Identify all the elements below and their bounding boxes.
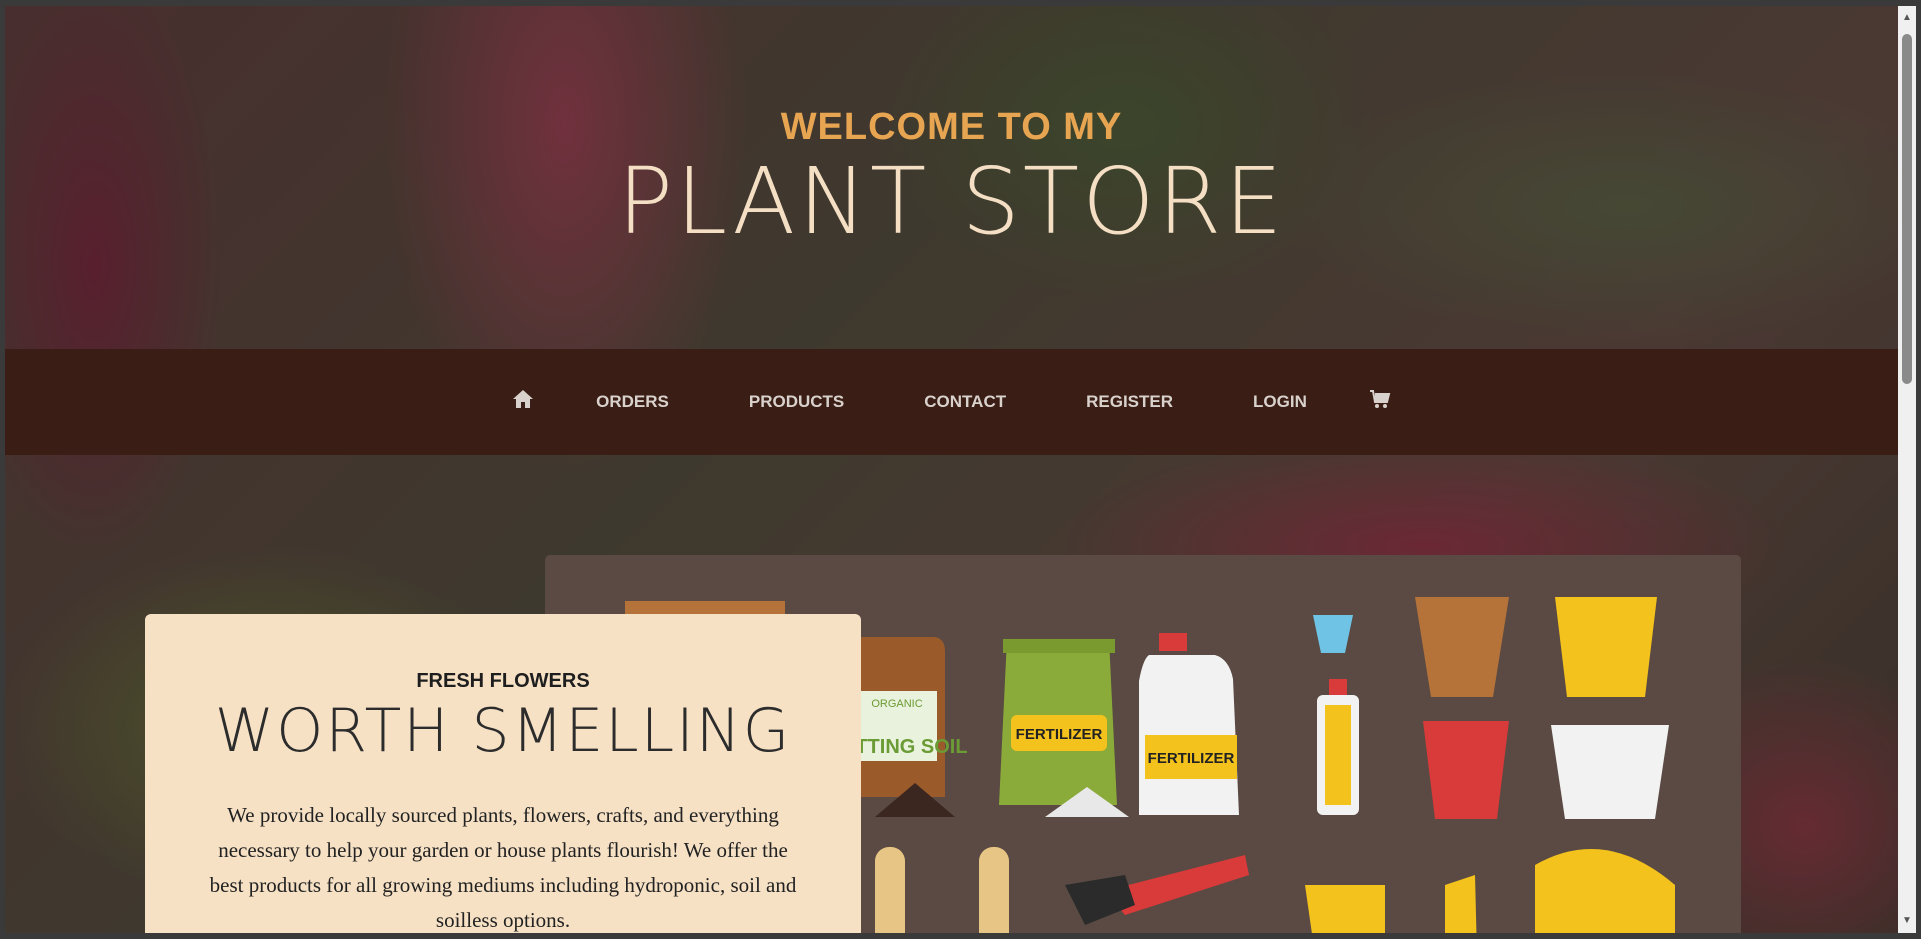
cart-icon[interactable]: [1347, 389, 1413, 415]
feature-title: WORTH SMELLING: [214, 696, 792, 766]
label-organic: ORGANIC: [871, 698, 922, 710]
nav-register[interactable]: REGISTER: [1046, 392, 1213, 412]
trowel-handle: [979, 847, 1009, 933]
nav-login[interactable]: LOGIN: [1213, 392, 1347, 412]
hero-welcome-text: WELCOME TO MY: [780, 106, 1123, 148]
feature-card: FRESH FLOWERS WORTH SMELLING We provide …: [145, 614, 861, 933]
white-pot: [1551, 725, 1669, 819]
label-fertilizer-bag: FERTILIZER: [1016, 726, 1103, 743]
nav-contact[interactable]: CONTACT: [884, 392, 1046, 412]
feature-description: We provide locally sourced plants, flowe…: [209, 803, 797, 932]
red-pot: [1423, 721, 1509, 819]
watering-spout: [1445, 875, 1477, 933]
nav-products[interactable]: PRODUCTS: [709, 392, 884, 412]
spray-bottle: [1305, 885, 1385, 933]
scrollbar-thumb[interactable]: [1902, 34, 1912, 384]
scroll-down-arrow-icon[interactable]: ▼: [1902, 915, 1912, 927]
feature-kicker: FRESH FLOWERS: [416, 670, 590, 692]
hero-title: PLANT STORE: [617, 148, 1286, 255]
main-nav: ORDERS PRODUCTS CONTACT REGISTER LOGIN: [5, 349, 1898, 455]
fertilizer-bag: FERTILIZER: [999, 639, 1129, 817]
hero-section: WELCOME TO MY PLANT STORE: [5, 6, 1898, 350]
scroll-up-arrow-icon[interactable]: ▲: [1902, 12, 1912, 24]
measuring-cup: [1313, 615, 1353, 653]
fertilizer-jug: FERTILIZER: [1139, 633, 1239, 815]
trowel-handle: [875, 847, 905, 933]
label-fertilizer-jug: FERTILIZER: [1148, 750, 1235, 767]
yellow-pot: [1555, 597, 1657, 697]
nav-orders[interactable]: ORDERS: [556, 392, 709, 412]
fertilizer-bottle: [1317, 679, 1359, 815]
watering-can: [1535, 849, 1675, 933]
clay-pot: [1415, 597, 1509, 697]
page-viewport: WELCOME TO MY PLANT STORE ORDERS PRODUCT…: [5, 6, 1898, 933]
home-icon[interactable]: [490, 389, 556, 415]
vertical-scrollbar[interactable]: ▲ ▼: [1898, 6, 1916, 933]
